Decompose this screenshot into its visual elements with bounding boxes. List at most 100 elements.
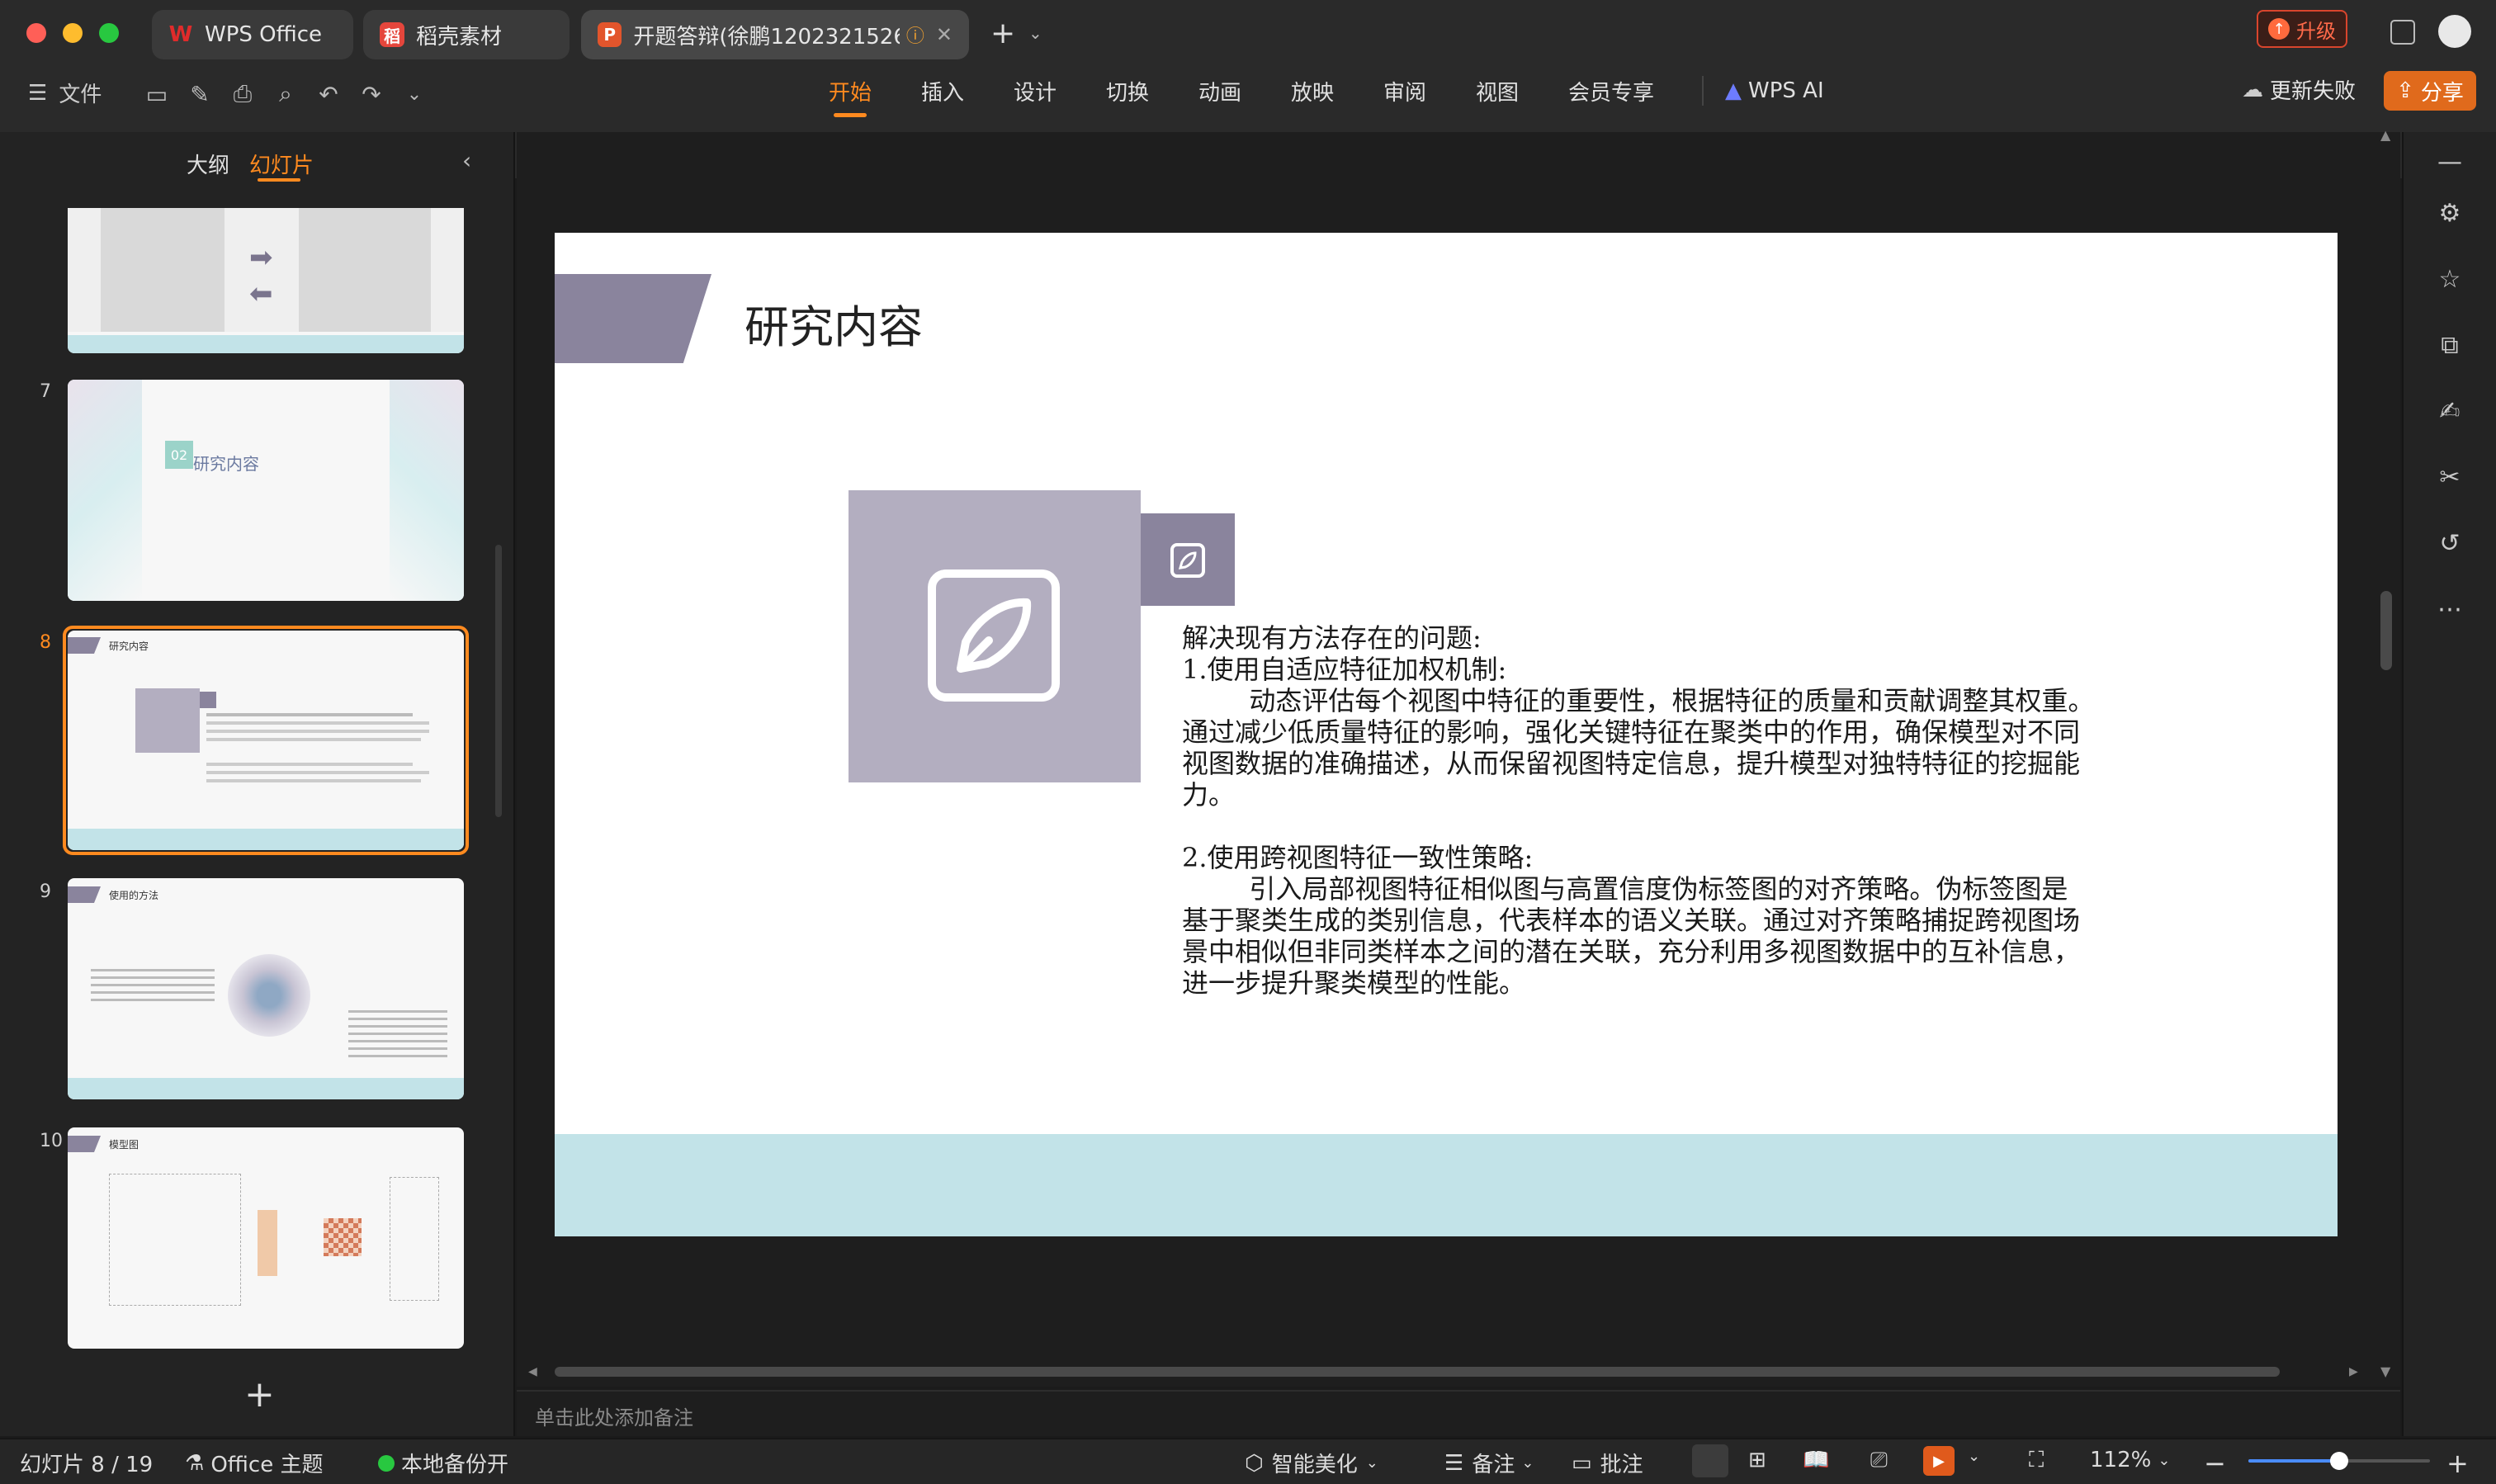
slides-tab[interactable]: 幻灯片	[249, 149, 314, 179]
small-edit-icon	[1170, 543, 1205, 578]
notes-placeholder[interactable]: 单击此处添加备注	[535, 1401, 693, 1430]
warning-icon: ⓘ	[905, 26, 924, 47]
tab-member[interactable]: 会员专享	[1568, 73, 1654, 109]
thumbnail-diagram-heatmap	[324, 1218, 362, 1256]
thumbnail-decoration	[68, 380, 142, 601]
backup-status[interactable]: 本地备份开	[378, 1448, 508, 1478]
minimize-window-button[interactable]	[63, 23, 83, 43]
properties-icon[interactable]: ⚙	[2435, 198, 2465, 228]
hamburger-icon: ☰	[28, 80, 48, 106]
redo-icon[interactable]: ↷	[357, 79, 386, 109]
format-painter-icon[interactable]: ✎	[185, 79, 215, 109]
tools-icon[interactable]: ✂	[2435, 462, 2465, 492]
tab-review[interactable]: 审阅	[1383, 73, 1426, 109]
slide-title[interactable]: 研究内容	[745, 291, 923, 356]
toolbar-divider	[1702, 76, 1704, 106]
wps-ai-button[interactable]: ▲ WPS AI	[1725, 73, 1824, 109]
print-preview-icon[interactable]: ⌕	[271, 79, 300, 109]
window-layout-icon[interactable]	[2390, 20, 2415, 45]
normal-view-button[interactable]	[1692, 1444, 1728, 1477]
more-icon[interactable]: ⋯	[2435, 594, 2465, 624]
zoom-dropdown[interactable]: 112% ⌄	[2090, 1448, 2170, 1472]
cloud-error-icon: ☁	[2242, 77, 2263, 102]
smart-format-icon[interactable]: ✍	[2435, 396, 2465, 426]
more-chevron-icon[interactable]: ⌄	[399, 79, 429, 109]
panel-scrollbar[interactable]	[495, 545, 502, 817]
theme-label: Office 主题	[210, 1453, 324, 1477]
scroll-up-icon[interactable]: ▲	[2380, 127, 2390, 143]
tab-docer[interactable]: 稻 稻壳素材	[363, 10, 570, 59]
zoom-slider-handle[interactable]	[2330, 1452, 2348, 1470]
reading-view-icon[interactable]: 📖	[1803, 1448, 1829, 1472]
star-icon[interactable]: ☆	[2435, 264, 2465, 294]
tab-slideshow[interactable]: 放映	[1291, 73, 1334, 109]
notes-pane[interactable]: 单击此处添加备注	[517, 1390, 2400, 1436]
scroll-down-icon[interactable]: ▼	[2380, 1363, 2390, 1379]
notes-toggle-button[interactable]: ☰ 备注 ⌄	[1444, 1448, 1534, 1478]
upgrade-button[interactable]: ↑ 升级	[2257, 10, 2347, 48]
comments-button[interactable]: ▭ 批注	[1572, 1448, 1643, 1478]
chevron-down-icon: ⌄	[1365, 1454, 1378, 1472]
zoom-window-button[interactable]	[99, 23, 119, 43]
thumbnail-diagram-part	[390, 1177, 439, 1301]
chevron-down-icon: ⌄	[1521, 1454, 1534, 1472]
share-button[interactable]: ⇪ 分享	[2384, 71, 2476, 111]
close-tab-icon[interactable]: ✕	[936, 23, 953, 46]
history-icon[interactable]: ↺	[2435, 528, 2465, 558]
tab-design[interactable]: 设计	[1014, 73, 1057, 109]
collapse-sidebar-icon[interactable]: —	[2435, 147, 2465, 177]
slide-body-text[interactable]: 解决现有方法存在的问题: 1.使用自适应特征加权机制: 动态评估每个视图中特征的重…	[1182, 622, 2094, 999]
tab-start[interactable]: 开始	[829, 73, 872, 117]
horizontal-scrollbar[interactable]	[555, 1367, 2280, 1377]
scroll-left-icon[interactable]: ◀	[528, 1365, 537, 1378]
icon-box-small	[1141, 513, 1235, 606]
slide-thumbnail[interactable]: ➡ ⬅	[68, 208, 464, 353]
new-tab-icon[interactable]: +	[990, 17, 1015, 50]
undo-icon[interactable]: ↶	[314, 79, 343, 109]
vertical-scrollbar[interactable]	[2380, 591, 2392, 670]
avatar[interactable]	[2438, 15, 2471, 48]
zoom-slider-track[interactable]	[2248, 1452, 2430, 1470]
outline-tab[interactable]: 大纲	[187, 149, 229, 179]
thumbnail-diagram-part	[258, 1210, 277, 1276]
fit-window-icon[interactable]: ⛶	[2029, 1448, 2044, 1473]
zoom-out-icon[interactable]: −	[2204, 1448, 2226, 1479]
tab-presentation[interactable]: P 开题答辩(徐鹏1202321526 ⓘ ✕	[581, 10, 969, 59]
tab-wps-office[interactable]: W WPS Office	[152, 10, 353, 59]
slide-thumbnail[interactable]: 模型图	[68, 1127, 464, 1349]
thumbnail-icon-box-small	[200, 692, 216, 708]
slide-thumbnail[interactable]: 使用的方法	[68, 878, 464, 1099]
close-window-button[interactable]	[26, 23, 46, 43]
add-slide-icon[interactable]: +	[244, 1373, 275, 1415]
thumbnail-title: 研究内容	[193, 454, 259, 474]
tab-animation[interactable]: 动画	[1198, 73, 1241, 109]
tab-insert[interactable]: 插入	[921, 73, 964, 109]
play-slideshow-button[interactable]: ▶	[1923, 1446, 1955, 1476]
file-menu-button[interactable]: ☰ 文件	[28, 78, 102, 108]
thumbnail-text-line	[206, 721, 429, 725]
slide-body-line: 力。	[1182, 779, 1236, 811]
current-slide[interactable]: 研究内容 解决现有方法存在的问题: 1.使用自适应特征加权机制: 动态评估每个视图…	[555, 233, 2338, 1236]
slide-thumbnail[interactable]: 02 研究内容	[68, 380, 464, 601]
tab-list-chevron-icon[interactable]: ⌄	[1028, 23, 1042, 43]
theme-button[interactable]: ⚗ Office 主题	[185, 1448, 323, 1478]
slide-number: 9	[40, 881, 51, 902]
slide-body-line: 视图数据的准确描述，从而保留视图特定信息，提升模型对独特特征的挖掘能	[1182, 748, 2081, 779]
backup-status-icon	[378, 1454, 395, 1472]
save-icon[interactable]: ▭	[142, 79, 172, 109]
slide-design-icon[interactable]: ⧉	[2435, 330, 2465, 360]
smart-beautify-button[interactable]: ⬡ 智能美化 ⌄	[1245, 1448, 1378, 1478]
tab-transition[interactable]: 切换	[1106, 73, 1149, 109]
update-failed-button[interactable]: ☁ 更新失败	[2242, 74, 2356, 105]
slide-body-line: 基于聚类生成的类别信息，代表样本的语义关联。通过对齐策略捕捉跨视图场	[1182, 905, 2081, 936]
play-options-chevron-icon[interactable]: ⌄	[1968, 1448, 1980, 1465]
screen-record-icon[interactable]: ⎚	[1870, 1448, 1888, 1473]
scroll-right-icon[interactable]: ▶	[2349, 1365, 2358, 1378]
collapse-panel-icon[interactable]: ‹	[462, 147, 471, 174]
print-icon[interactable]: ⎙	[228, 79, 258, 109]
slide-counter: 幻灯片 8 / 19	[20, 1453, 154, 1477]
tab-view[interactable]: 视图	[1476, 73, 1519, 109]
slide-thumbnail-selected[interactable]: 研究内容	[68, 631, 464, 850]
slide-sorter-icon[interactable]: ⊞	[1748, 1448, 1766, 1472]
zoom-in-icon[interactable]: +	[2446, 1448, 2469, 1479]
